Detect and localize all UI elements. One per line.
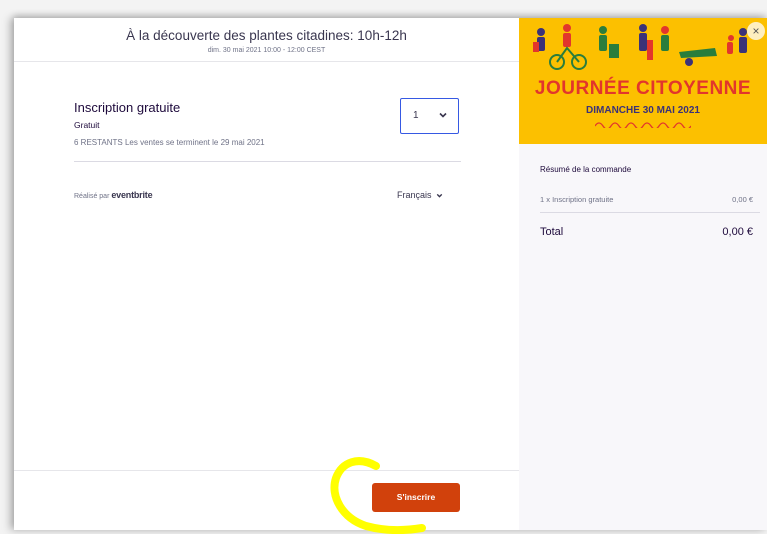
language-label: Français xyxy=(397,190,432,200)
summary-heading: Résumé de la commande xyxy=(540,165,632,174)
order-summary-panel: × JOURNÉE CITOYENNE DIMANCHE 30 MAI 2021… xyxy=(519,18,767,530)
summary-line-price: 0,00 € xyxy=(732,195,753,204)
ticket-name: Inscription gratuite xyxy=(74,100,181,115)
event-header: À la découverte des plantes citadines: 1… xyxy=(14,18,519,62)
register-button[interactable]: S'inscrire xyxy=(372,483,460,512)
eventbrite-logo: eventbrite xyxy=(111,190,153,200)
event-title: À la découverte des plantes citadines: 1… xyxy=(126,28,407,43)
checkout-modal: À la découverte des plantes citadines: 1… xyxy=(14,18,767,530)
summary-line-item: 1 x Inscription gratuite xyxy=(540,195,614,204)
close-icon[interactable]: × xyxy=(747,22,765,40)
total-value: 0,00 € xyxy=(722,226,753,238)
ticket-price: Gratuit xyxy=(74,120,100,130)
banner-title: JOURNÉE CITOYENNE xyxy=(534,78,752,99)
quantity-value: 1 xyxy=(413,110,419,121)
summary-divider xyxy=(540,212,760,213)
ticket-availability: 6 RESTANTS Les ventes se terminent le 29… xyxy=(74,138,265,147)
chevron-down-icon xyxy=(439,112,447,118)
event-datetime: dim. 30 mai 2021 10:00 - 12:00 CEST xyxy=(207,47,326,54)
wave-decoration-icon xyxy=(595,122,691,128)
illustration-people-icon xyxy=(533,24,747,70)
quantity-select[interactable]: 1 xyxy=(400,98,459,134)
powered-by-label: Réalisé par xyxy=(74,193,110,200)
language-selector[interactable]: Français xyxy=(397,190,444,200)
banner-date: DIMANCHE 30 MAI 2021 xyxy=(586,105,700,116)
event-banner: × JOURNÉE CITOYENNE DIMANCHE 30 MAI 2021 xyxy=(519,18,767,144)
powered-by[interactable]: Réalisé par eventbrite xyxy=(74,190,153,200)
chevron-down-icon xyxy=(436,194,442,198)
total-label: Total xyxy=(540,226,564,238)
checkout-main-panel: À la découverte des plantes citadines: 1… xyxy=(14,18,519,530)
